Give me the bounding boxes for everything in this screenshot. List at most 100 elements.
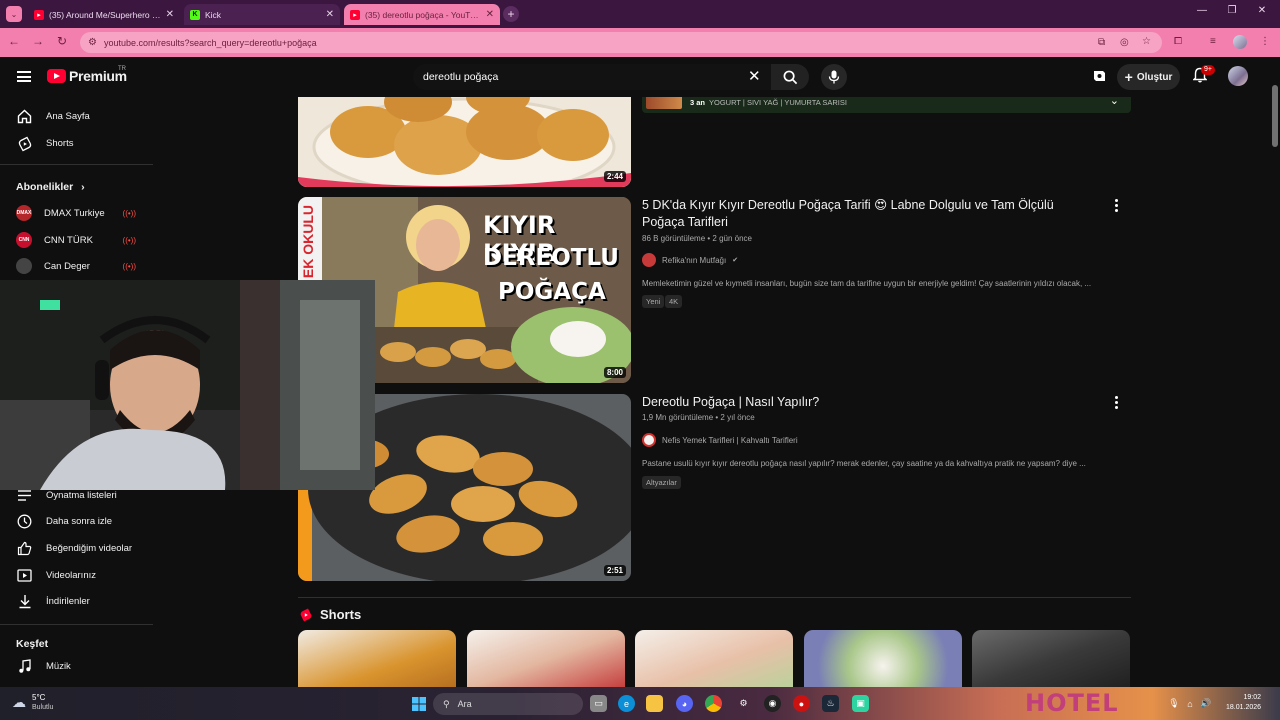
sidebar-item-home[interactable]: Ana Sayfa <box>16 108 90 125</box>
obs-icon[interactable]: ◉ <box>764 695 781 712</box>
minimize-icon[interactable]: — <box>1192 5 1212 16</box>
microphone-tray-icon[interactable]: 🎙 <box>1168 695 1180 712</box>
create-button[interactable]: + Oluştur <box>1117 64 1180 90</box>
video-meta: 1,9 Mn görüntüleme • 2 yıl önce <box>642 413 755 422</box>
hamburger-menu-icon[interactable] <box>17 71 31 82</box>
settings-icon[interactable]: ⚙ <box>735 695 752 712</box>
more-actions-icon[interactable] <box>1115 396 1118 411</box>
shorts-title: Shorts <box>320 607 362 622</box>
tab-kick[interactable]: K Kick ✕ <box>184 4 340 25</box>
account-avatar[interactable] <box>1228 66 1248 86</box>
short-thumbnail[interactable] <box>467 630 625 687</box>
close-window-icon[interactable]: ✕ <box>1252 5 1272 16</box>
tab-search-icon[interactable]: ⌄ <box>6 6 22 22</box>
close-icon[interactable]: ✕ <box>486 9 494 20</box>
bookmark-star-icon[interactable]: ☆ <box>1142 36 1151 47</box>
back-icon[interactable]: ← <box>6 34 22 48</box>
channel-avatar <box>16 258 32 274</box>
close-icon[interactable]: ✕ <box>166 9 174 20</box>
chevron-down-icon[interactable]: ⌄ <box>1110 97 1119 107</box>
tab-around-me[interactable]: ▸ (35) Around Me/Superhero - M ✕ <box>28 4 180 25</box>
cast-icon[interactable] <box>1092 69 1107 83</box>
file-explorer-icon[interactable] <box>646 695 663 712</box>
profile-avatar[interactable] <box>1233 35 1247 49</box>
short-thumbnail[interactable] <box>298 630 456 687</box>
verified-icon: ✔ <box>732 257 739 264</box>
video-title[interactable]: 5 DK'da Kıyır Kıyır Dereotlu Poğaça Tari… <box>642 197 1097 231</box>
reading-list-icon[interactable]: ≡ <box>1210 36 1216 47</box>
sidebar-item-channel-cnn[interactable]: CNN CNN TÜRK ((•)) <box>16 232 146 248</box>
subscriptions-header[interactable]: Abonelikler › <box>16 181 85 193</box>
weather-widget[interactable]: ☁ 5°C Bulutlu <box>12 693 53 712</box>
chapter-strip[interactable]: 3 an YOGURT | SIVI YAĞ | YUMURTA SARISI … <box>642 97 1131 113</box>
new-tab-button[interactable]: + <box>503 6 519 22</box>
app-icon[interactable]: ● <box>793 695 810 712</box>
sidebar-item-label: İndirilenler <box>46 596 90 607</box>
edge-icon[interactable]: e <box>618 695 635 712</box>
video-thumbnail[interactable]: 2:44 <box>298 97 631 187</box>
sidebar-item-label: Ana Sayfa <box>46 111 90 122</box>
video-channel[interactable]: Nefis Yemek Tarifleri | Kahvaltı Tarifle… <box>642 433 798 447</box>
app-green-icon[interactable]: ▣ <box>852 695 869 712</box>
home-icon <box>16 108 33 125</box>
sidebar-item-channel-dmax[interactable]: DMAX DMAX Turkiye ((•)) <box>16 205 146 221</box>
video-description: Pastane usulü kıyır kıyır dereotlu poğaç… <box>642 459 1086 468</box>
search-input[interactable]: dereotlu poğaça <box>413 64 771 90</box>
install-icon[interactable]: ⧉ <box>1098 37 1105 48</box>
site-info-icon[interactable]: ⚙ <box>88 37 97 48</box>
video-title[interactable]: Dereotlu Poğaça | Nasıl Yapılır? <box>642 394 1097 411</box>
sidebar-item-downloads[interactable]: İndirilenler <box>16 593 90 610</box>
discord-icon[interactable]: ◕ <box>676 695 693 712</box>
browser-toolbar: ← → ↻ youtube.com/results?search_query=d… <box>0 28 1280 57</box>
forward-icon[interactable]: → <box>30 34 46 48</box>
sidebar-item-shorts[interactable]: Shorts <box>16 135 73 152</box>
sidebar-item-your-videos[interactable]: Videolarınız <box>16 567 96 584</box>
kick-icon: K <box>190 9 200 20</box>
sidebar-item-liked-videos[interactable]: Beğendiğim videolar <box>16 540 132 557</box>
network-icon[interactable]: ⌂ <box>1184 695 1196 712</box>
youtube-premium-logo[interactable]: Premium TR <box>47 66 127 84</box>
sidebar-item-label: Beğendiğim videolar <box>46 543 133 554</box>
short-thumbnail[interactable] <box>635 630 793 687</box>
weather-temperature: 5°C <box>32 693 46 702</box>
sidebar-item-channel-can-deger[interactable]: Can Deger ((•)) <box>16 258 146 274</box>
sidebar-item-label: Daha sonra izle <box>46 516 113 527</box>
divider <box>0 624 153 625</box>
extensions-icon[interactable]: ⧠ <box>1174 36 1182 47</box>
youtube-icon: ▸ <box>350 9 360 20</box>
tab-title: (35) Around Me/Superhero - M <box>49 9 161 20</box>
search-button[interactable] <box>771 64 809 90</box>
taskbar-clock[interactable]: 19:02 18.01.2026 <box>1226 693 1261 713</box>
clear-search-icon[interactable]: ✕ <box>748 67 761 85</box>
steam-icon[interactable]: ♨ <box>822 695 839 712</box>
volume-icon[interactable]: 🔊 <box>1200 695 1212 712</box>
task-view-icon[interactable]: ▭ <box>590 695 607 712</box>
close-icon[interactable]: ✕ <box>326 9 334 20</box>
video-channel[interactable]: Refika'nın Mutfağı ✔ <box>642 253 738 267</box>
restore-icon[interactable]: ❐ <box>1222 5 1242 16</box>
scrollbar-thumb[interactable] <box>1272 85 1278 147</box>
cloud-icon: ☁ <box>12 694 26 710</box>
chapter-text: YOGURT | SIVI YAĞ | YUMURTA SARISI <box>709 97 847 107</box>
explore-header: Keşfet <box>16 638 49 650</box>
windows-start-icon[interactable] <box>410 695 427 712</box>
video-description: Memleketimin güzel ve kıymetli insanları… <box>642 279 1092 288</box>
reload-icon[interactable]: ↻ <box>54 34 70 48</box>
page-scrollbar[interactable] <box>1270 85 1280 687</box>
sidebar-item-label: Oynatma listeleri <box>46 490 117 501</box>
sidebar-item-watch-later[interactable]: Daha sonra izle <box>16 513 112 530</box>
chrome-icon[interactable] <box>705 695 722 712</box>
divider <box>0 164 153 165</box>
tab-youtube-search[interactable]: ▸ (35) dereotlu poğaça - YouTube ✕ <box>344 4 500 25</box>
short-thumbnail[interactable] <box>972 630 1130 687</box>
taskbar-search[interactable]: ⚲ Ara <box>433 693 583 715</box>
more-actions-icon[interactable] <box>1115 199 1118 214</box>
address-bar[interactable]: youtube.com/results?search_query=dereotl… <box>80 32 1162 53</box>
eye-off-icon[interactable]: ◎ <box>1120 37 1129 48</box>
sidebar-item-music[interactable]: Müzik <box>16 658 71 675</box>
voice-search-button[interactable] <box>821 64 847 90</box>
short-thumbnail[interactable] <box>804 630 962 687</box>
more-menu-icon[interactable]: ⋮ <box>1260 36 1270 47</box>
plus-icon: + <box>1124 69 1133 85</box>
channel-name: Nefis Yemek Tarifleri | Kahvaltı Tarifle… <box>662 435 798 445</box>
